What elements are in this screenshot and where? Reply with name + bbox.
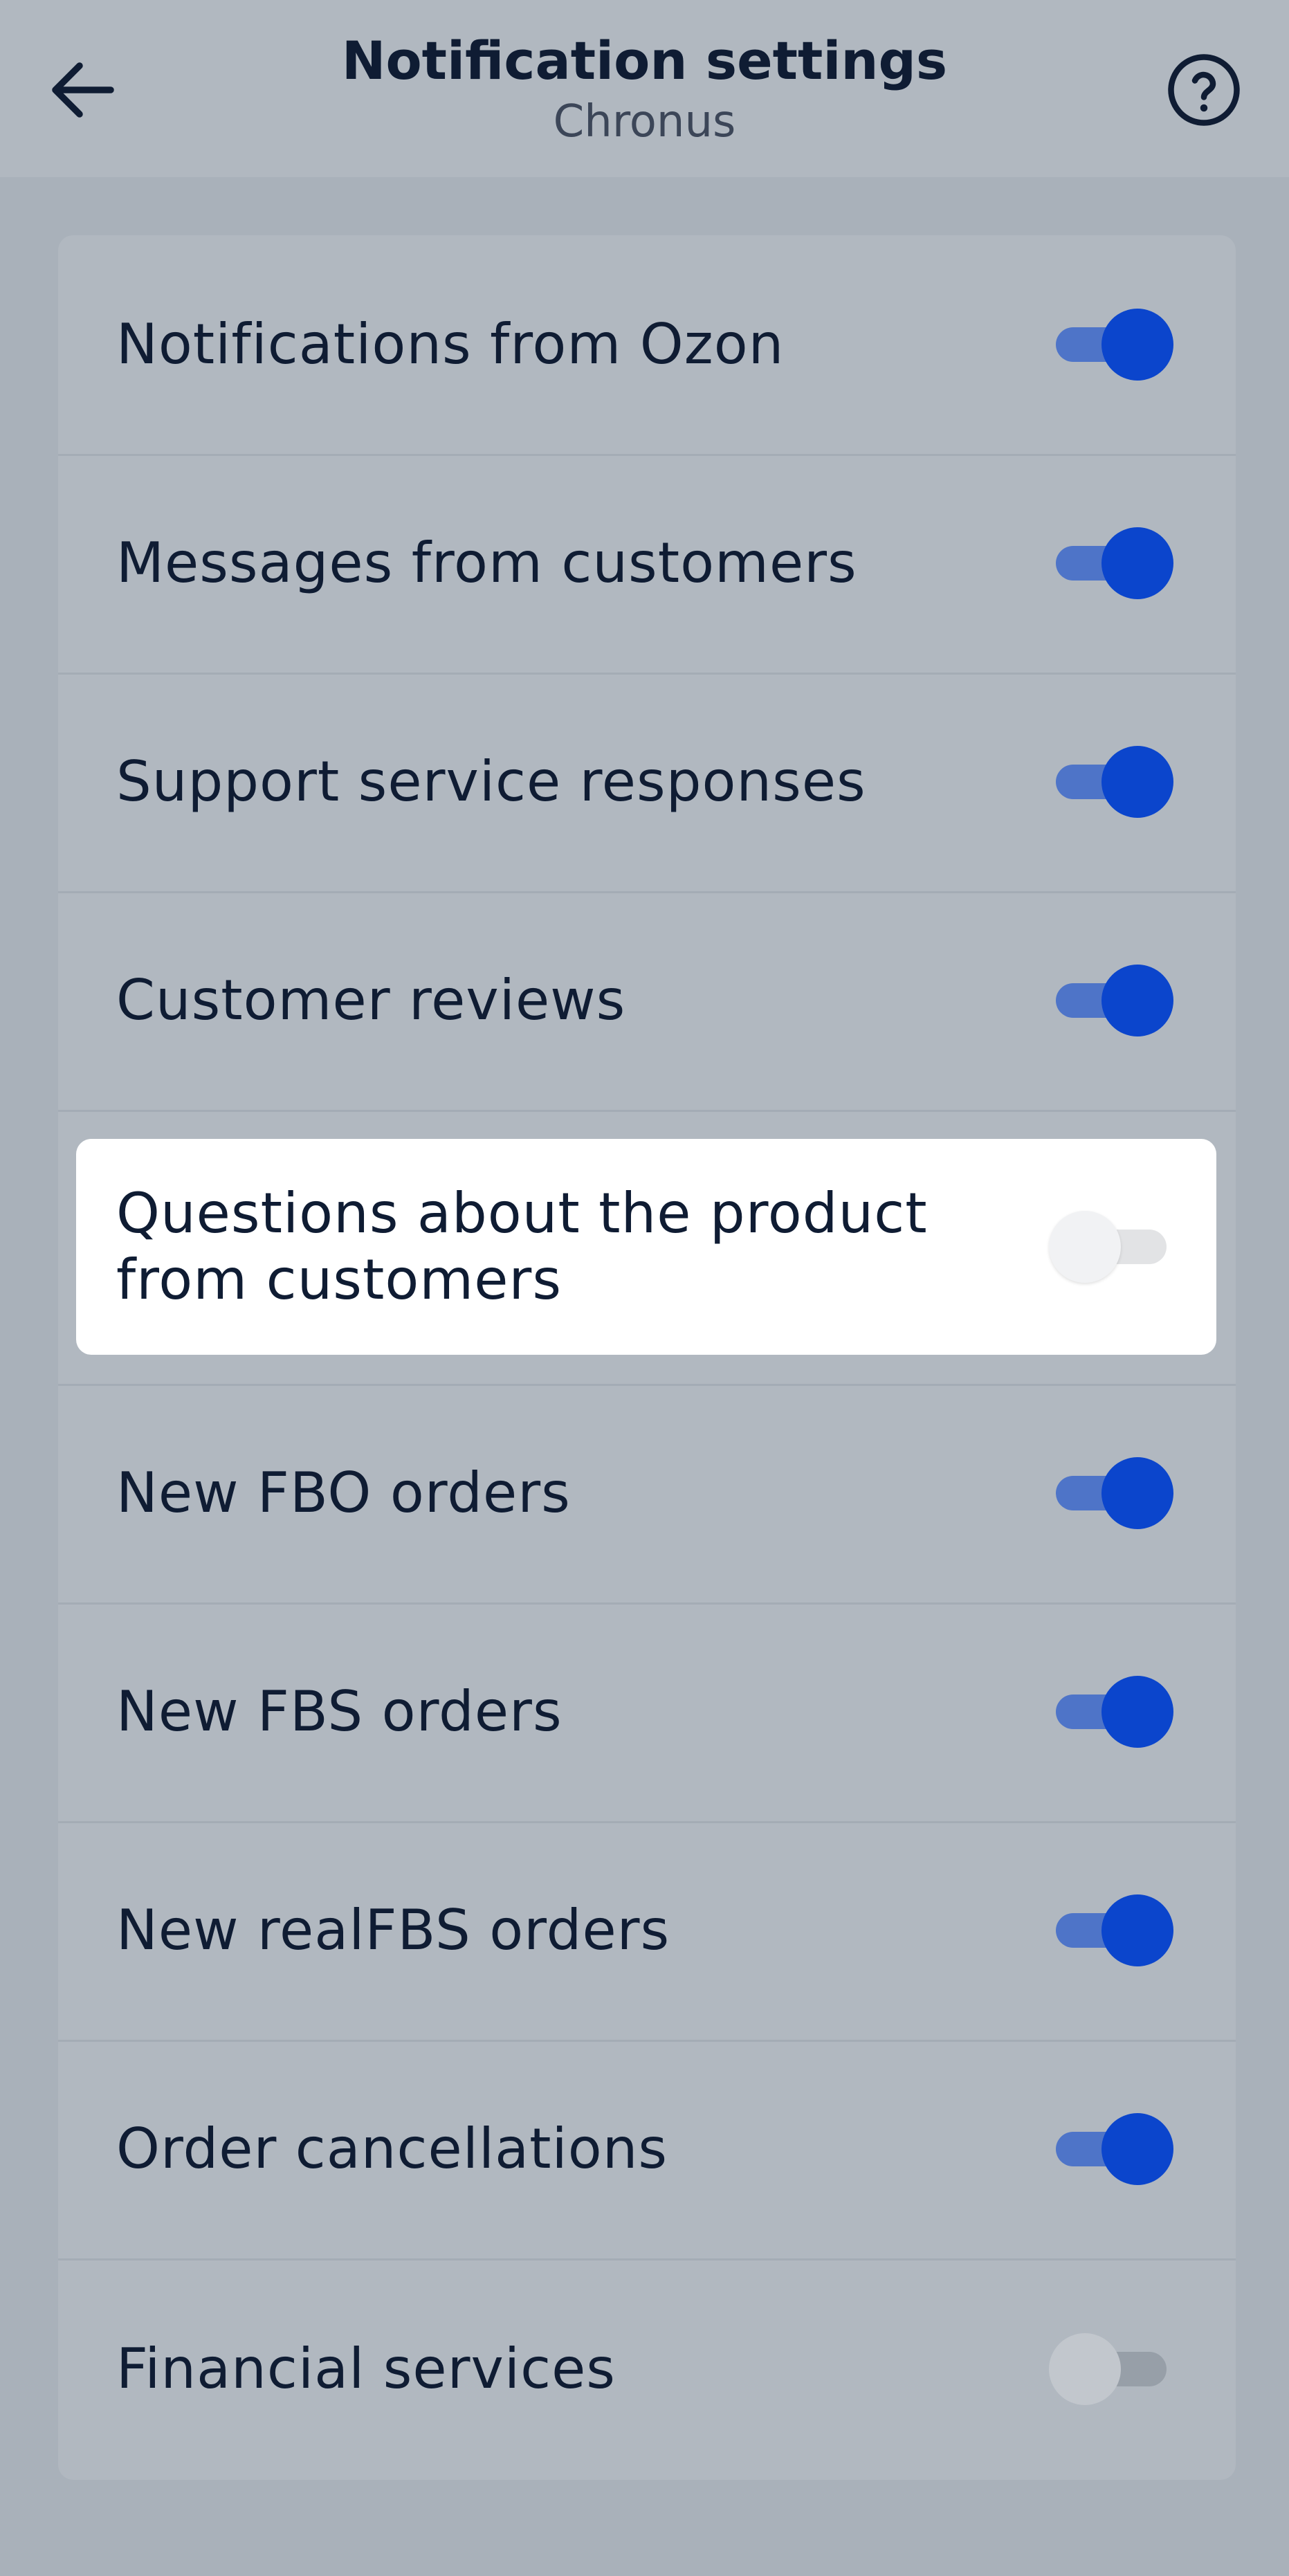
- help-button[interactable]: [1155, 42, 1252, 138]
- setting-label: Messages from customers: [116, 531, 857, 595]
- setting-label: Customer reviews: [116, 968, 626, 1032]
- setting-row-questions-about-product: Questions about the product from custome…: [76, 1139, 1216, 1355]
- toggle-order-cancellations[interactable]: [1049, 2113, 1173, 2185]
- setting-label: Financial services: [116, 2337, 616, 2401]
- setting-label: Order cancellations: [116, 2117, 668, 2181]
- setting-row-new-fbs-orders: New FBS orders: [58, 1602, 1236, 1821]
- toggle-new-fbo-orders[interactable]: [1049, 1457, 1173, 1529]
- setting-row-order-cancellations: Order cancellations: [58, 2040, 1236, 2258]
- question-circle-icon: [1168, 54, 1240, 126]
- setting-row-messages-from-customers: Messages from customers: [58, 454, 1236, 673]
- setting-row-financial-services: Financial services: [58, 2258, 1236, 2480]
- setting-label: Notifications from Ozon: [116, 312, 785, 376]
- toggle-new-realfbs-orders[interactable]: [1049, 1894, 1173, 1966]
- toggle-new-fbs-orders[interactable]: [1049, 1676, 1173, 1748]
- setting-row-customer-reviews: Customer reviews: [58, 891, 1236, 1110]
- top-app-bar: Notification settings Chronus: [0, 0, 1289, 177]
- page-title: Notification settings: [341, 30, 948, 91]
- setting-label: New realFBS orders: [116, 1898, 670, 1962]
- setting-row-support-service-responses: Support service responses: [58, 673, 1236, 891]
- setting-label: New FBO orders: [116, 1461, 571, 1525]
- toggle-notifications-from-ozon[interactable]: [1049, 309, 1173, 381]
- setting-label: Support service responses: [116, 749, 866, 814]
- toggle-messages-from-customers[interactable]: [1049, 527, 1173, 599]
- toggle-questions-about-product[interactable]: [1049, 1211, 1173, 1283]
- toggle-customer-reviews[interactable]: [1049, 965, 1173, 1036]
- setting-row-new-fbo-orders: New FBO orders: [58, 1384, 1236, 1602]
- setting-row-notifications-from-ozon: Notifications from Ozon: [58, 235, 1236, 454]
- toggle-support-service-responses[interactable]: [1049, 746, 1173, 818]
- setting-label: Questions about the product from custome…: [116, 1181, 928, 1312]
- page-subtitle: Chronus: [553, 96, 736, 147]
- toggle-financial-services[interactable]: [1049, 2333, 1173, 2405]
- setting-row-new-realfbs-orders: New realFBS orders: [58, 1821, 1236, 2040]
- setting-label: New FBS orders: [116, 1679, 563, 1744]
